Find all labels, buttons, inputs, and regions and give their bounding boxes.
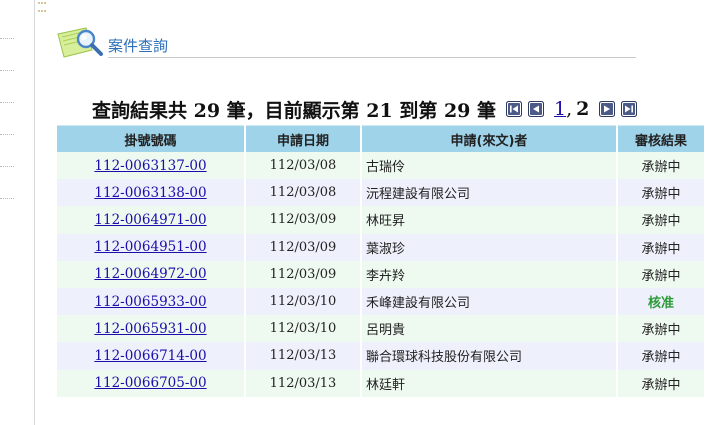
case-number-cell: 112-0065931-00 (57, 315, 244, 343)
result-cell: 承辦中 (618, 179, 704, 207)
result-cell: 承辦中 (618, 152, 704, 180)
applicant-cell: 沅程建設有限公司 (362, 179, 616, 207)
page-title: 案件查詢 (108, 37, 169, 55)
table-header-row: 掛號號碼 申請日期 申請(來文)者 審核結果 (57, 125, 704, 152)
section-header: 案件查詢 (56, 26, 636, 60)
date-cell: 112/03/10 (246, 315, 360, 343)
column-header-applicant: 申請(來文)者 (362, 125, 616, 152)
column-header-number: 掛號號碼 (57, 125, 244, 152)
result-cell: 承辦中 (618, 342, 704, 370)
table-row: 112-0066705-00 112/03/13 林廷軒 承辦中 (57, 369, 704, 397)
result-cell: 承辦中 (618, 260, 704, 288)
table-row: 112-0063137-00 112/03/08 古瑞伶 承辦中 (57, 152, 704, 180)
result-cell: 承辦中 (618, 369, 704, 397)
case-number-cell: 112-0064972-00 (57, 260, 244, 288)
table-row: 112-0064972-00 112/03/09 李卉羚 承辦中 (57, 260, 704, 288)
case-number-link[interactable]: 112-0066714-00 (94, 348, 206, 364)
column-header-result: 審核結果 (618, 125, 704, 152)
date-cell: 112/03/10 (246, 287, 360, 316)
result-cell: 承辦中 (618, 233, 704, 261)
column-header-date: 申請日期 (246, 125, 360, 152)
rail-marker (0, 134, 14, 138)
applicant-cell: 聯合環球科技股份有限公司 (362, 342, 616, 370)
date-cell: 112/03/08 (246, 152, 360, 180)
applicant-cell: 古瑞伶 (362, 152, 616, 180)
table-row: 112-0064971-00 112/03/09 林旺昇 承辦中 (57, 206, 704, 234)
result-summary: 查詢結果共 29 筆，目前顯示第 21 到第 29 筆 (92, 99, 497, 122)
table-row: 112-0065931-00 112/03/10 呂明貴 承辦中 (57, 315, 704, 343)
current-page: 2 (576, 98, 590, 120)
case-number-link[interactable]: 112-0065931-00 (94, 321, 206, 337)
date-cell: 112/03/09 (246, 233, 360, 261)
next-page-icon[interactable] (599, 101, 616, 117)
applicant-cell: 林旺昇 (362, 206, 616, 234)
rail-marker (0, 166, 14, 170)
case-number-cell: 112-0064971-00 (57, 206, 244, 234)
case-number-cell: 112-0065933-00 (57, 287, 244, 316)
magnifier-document-icon (57, 27, 103, 58)
case-number-link[interactable]: 112-0063138-00 (94, 185, 206, 201)
case-number-link[interactable]: 112-0064951-00 (94, 239, 206, 255)
case-number-link[interactable]: 112-0066705-00 (94, 375, 206, 391)
applicant-cell: 呂明貴 (362, 315, 616, 343)
case-number-cell: 112-0064951-00 (57, 233, 244, 261)
date-cell: 112/03/09 (246, 260, 360, 288)
date-cell: 112/03/13 (246, 342, 360, 370)
result-cell-approved: 核准 (618, 287, 704, 316)
previous-page-icon[interactable] (528, 101, 545, 117)
date-cell: 112/03/13 (246, 369, 360, 397)
applicant-cell: 禾峰建設有限公司 (362, 287, 616, 316)
table-row: 112-0064951-00 112/03/09 葉淑珍 承辦中 (57, 233, 704, 261)
results-table: 掛號號碼 申請日期 申請(來文)者 審核結果 112-0063137-00 11… (55, 125, 706, 397)
date-cell: 112/03/09 (246, 206, 360, 234)
case-number-cell: 112-0063138-00 (57, 179, 244, 207)
case-number-link[interactable]: 112-0065933-00 (94, 294, 206, 310)
date-cell: 112/03/08 (246, 179, 360, 207)
case-number-cell: 112-0066714-00 (57, 342, 244, 370)
case-number-cell: 112-0063137-00 (57, 152, 244, 180)
applicant-cell: 葉淑珍 (362, 233, 616, 261)
rail-marker (0, 198, 14, 202)
header-divider (108, 57, 636, 58)
result-cell: 承辦中 (618, 315, 704, 343)
applicant-cell: 林廷軒 (362, 369, 616, 397)
case-number-cell: 112-0066705-00 (57, 369, 244, 397)
left-frame-rail (0, 0, 35, 425)
pagination-bar: 查詢結果共 29 筆，目前顯示第 21 到第 29 筆 1 , 2 (92, 96, 638, 122)
frame-grip (38, 2, 46, 12)
result-cell: 承辦中 (618, 206, 704, 234)
case-number-link[interactable]: 112-0064972-00 (94, 266, 206, 282)
first-page-icon[interactable] (506, 101, 523, 117)
rail-marker (0, 38, 14, 42)
table-row: 112-0065933-00 112/03/10 禾峰建設有限公司 核准 (57, 287, 704, 316)
last-page-icon[interactable] (621, 101, 638, 117)
case-number-link[interactable]: 112-0064971-00 (94, 212, 206, 228)
case-number-link[interactable]: 112-0063137-00 (94, 158, 206, 174)
page-separator: , (566, 98, 573, 120)
table-row: 112-0063138-00 112/03/08 沅程建設有限公司 承辦中 (57, 179, 704, 207)
rail-marker (0, 70, 14, 74)
page-link-1[interactable]: 1 (554, 98, 566, 120)
table-row: 112-0066714-00 112/03/13 聯合環球科技股份有限公司 承辦… (57, 342, 704, 370)
rail-marker (0, 102, 14, 106)
applicant-cell: 李卉羚 (362, 260, 616, 288)
